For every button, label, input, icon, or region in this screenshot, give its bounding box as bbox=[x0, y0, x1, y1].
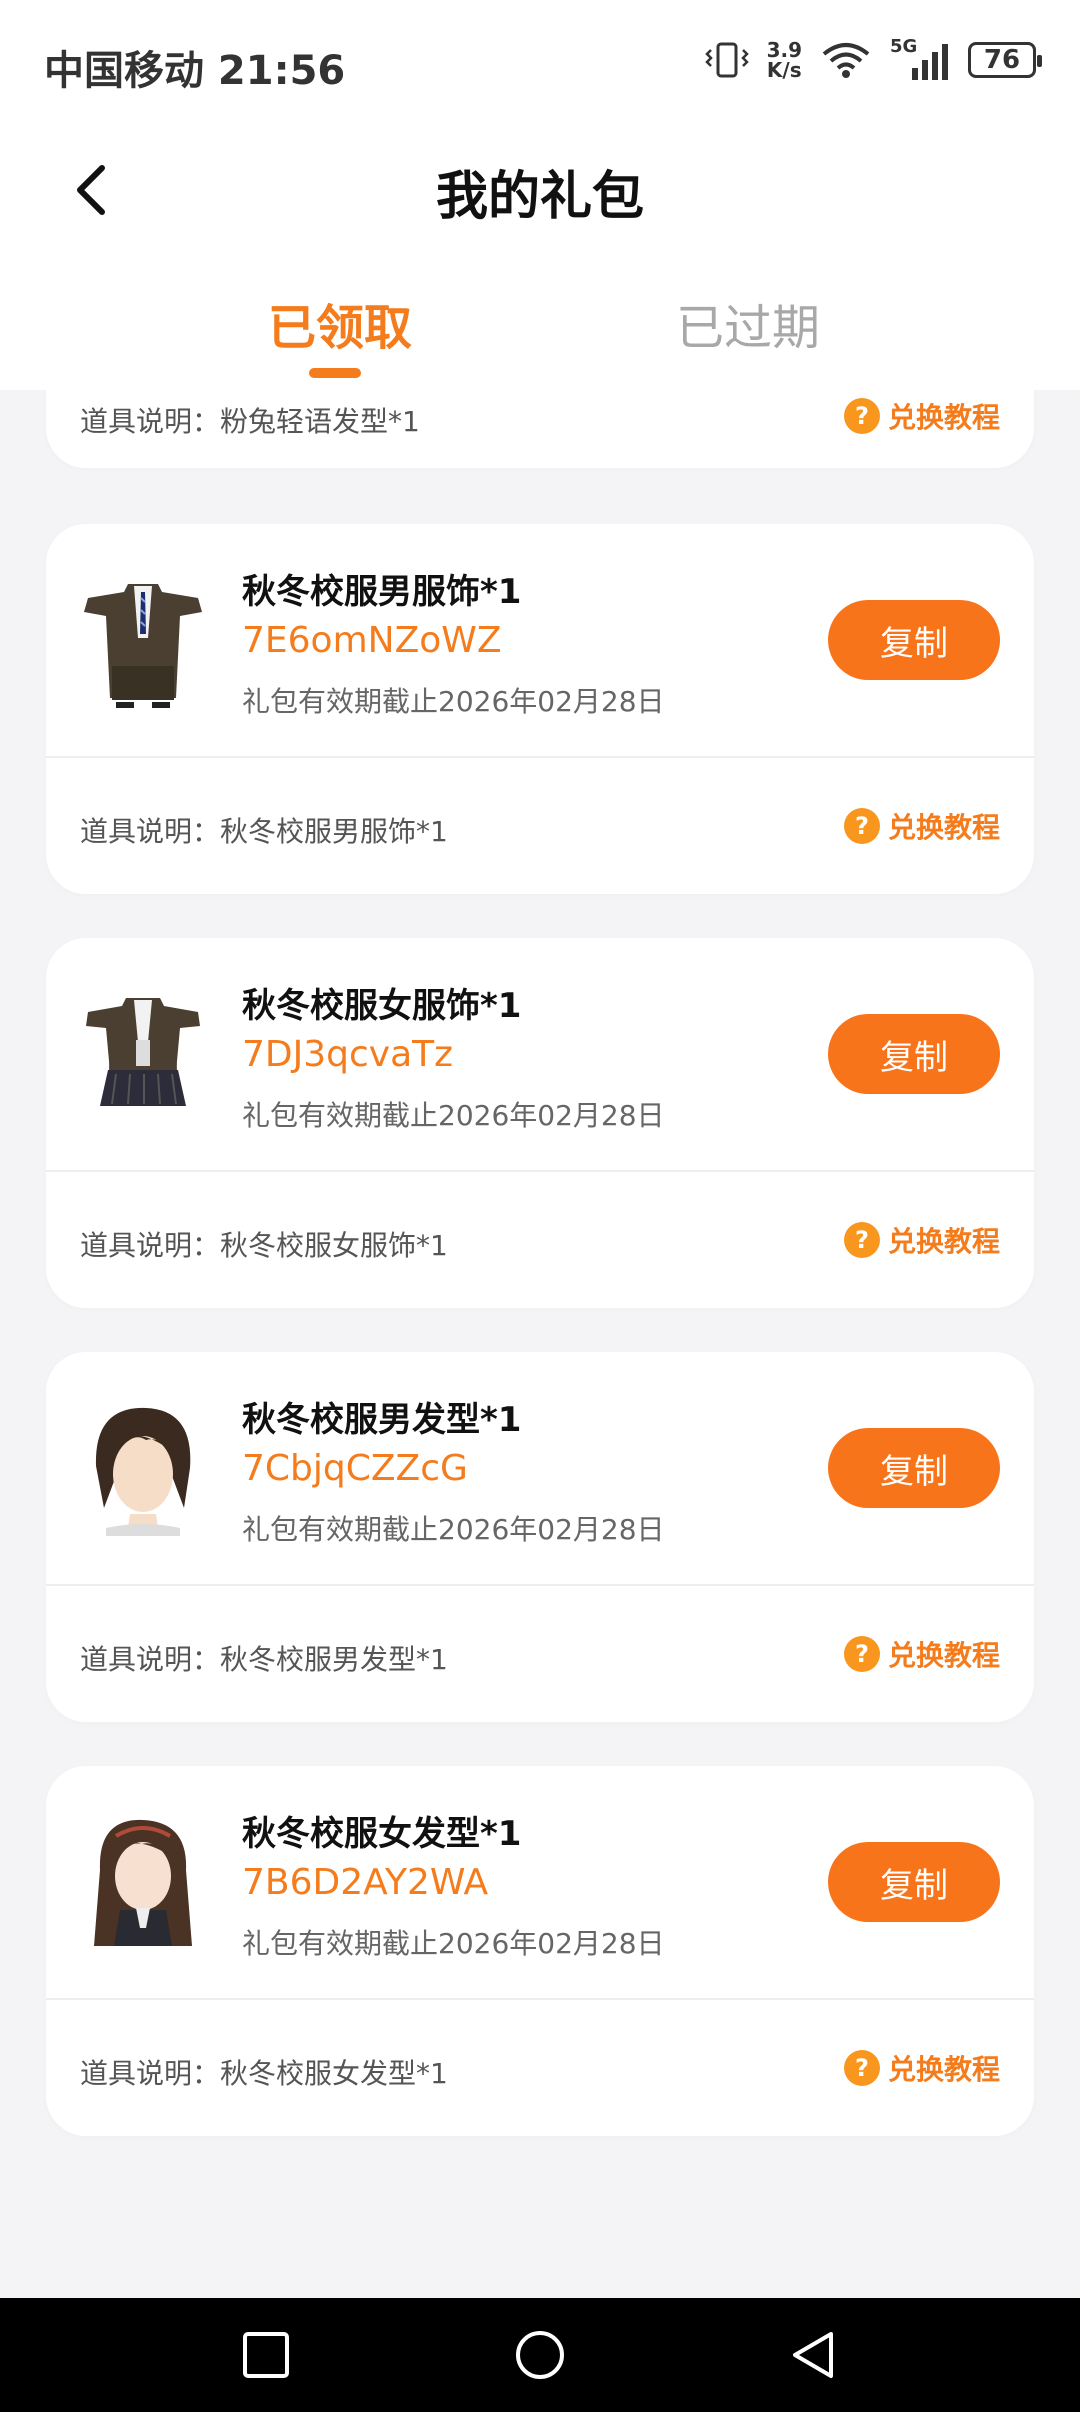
help-icon: ? bbox=[843, 1636, 880, 1672]
status-icons: 3.9 K/s 5G 76 bbox=[704, 36, 1042, 80]
expiry-date: 礼包有效期截止2026年02月28日 bbox=[242, 685, 665, 718]
item-description: 道具说明：秋冬校服女服饰*1 bbox=[80, 1229, 448, 1262]
item-description: 道具说明：秋冬校服女发型*1 bbox=[80, 2057, 448, 2090]
vibrate-icon bbox=[704, 42, 749, 78]
guide-label: 兑换教程 bbox=[887, 1639, 1000, 1672]
gift-code[interactable]: 7CbjqCZZcG bbox=[242, 1448, 468, 1489]
help-icon: ? bbox=[843, 2050, 880, 2086]
gift-card-partial: 道具说明：粉兔轻语发型*1 ? 兑换教程 bbox=[46, 390, 1034, 468]
gift-list[interactable]: 道具说明：粉兔轻语发型*1 ? 兑换教程 秋冬校服男服饰*1 7E6omNZoW… bbox=[0, 390, 1080, 2298]
carrier-time: 中国移动 21:56 bbox=[44, 48, 346, 94]
copy-button[interactable]: 复制 bbox=[828, 1014, 1000, 1094]
page-header: 我的礼包 已领取 已过期 bbox=[0, 130, 1080, 390]
redeem-guide-link[interactable]: ? 兑换教程 bbox=[843, 1634, 1000, 1674]
expiry-date: 礼包有效期截止2026年02月28日 bbox=[242, 1513, 665, 1546]
guide-label: 兑换教程 bbox=[887, 1225, 1000, 1258]
guide-label: 兑换教程 bbox=[887, 401, 1000, 434]
guide-label: 兑换教程 bbox=[887, 2053, 1000, 2086]
copy-button[interactable]: 复制 bbox=[828, 1842, 1000, 1922]
status-bar: 中国移动 21:56 3.9 K/s 5G 76 bbox=[0, 0, 1080, 130]
guide-label: 兑换教程 bbox=[887, 811, 1000, 844]
copy-button[interactable]: 复制 bbox=[828, 1428, 1000, 1508]
net-speed-value: 3.9 bbox=[766, 38, 802, 62]
gift-card: 秋冬校服女服饰*1 7DJ3qcvaTz 礼包有效期截止2026年02月28日 … bbox=[46, 938, 1034, 1308]
tab-expired[interactable]: 已过期 bbox=[676, 288, 820, 358]
battery-level: 76 bbox=[983, 45, 1021, 75]
net-speed-unit: K/s bbox=[766, 58, 802, 82]
redeem-guide-link[interactable]: ? 兑换教程 bbox=[843, 806, 1000, 846]
male-hairstyle-image bbox=[95, 1407, 191, 1536]
gift-card: 秋冬校服女发型*1 7B6D2AY2WA 礼包有效期截止2026年02月28日 … bbox=[46, 1766, 1034, 2136]
signal-icon: 5G bbox=[890, 36, 950, 80]
system-nav-bar bbox=[0, 2298, 1080, 2412]
expiry-date: 礼包有效期截止2026年02月28日 bbox=[242, 1099, 665, 1132]
female-hairstyle-image bbox=[94, 1819, 192, 1946]
wifi-icon bbox=[822, 43, 870, 78]
expiry-date: 礼包有效期截止2026年02月28日 bbox=[242, 1927, 665, 1960]
back-nav-icon[interactable] bbox=[787, 2328, 841, 2382]
active-tab-indicator bbox=[309, 368, 361, 378]
item-description: 道具说明：粉兔轻语发型*1 bbox=[80, 405, 420, 438]
male-uniform-image bbox=[84, 584, 202, 708]
item-description: 道具说明：秋冬校服男发型*1 bbox=[80, 1643, 448, 1676]
gift-card: 秋冬校服男服饰*1 7E6omNZoWZ 礼包有效期截止2026年02月28日 … bbox=[46, 524, 1034, 894]
gift-card: 秋冬校服男发型*1 7CbjqCZZcG 礼包有效期截止2026年02月28日 … bbox=[46, 1352, 1034, 1722]
redeem-guide-link[interactable]: ? 兑换教程 bbox=[843, 1220, 1000, 1260]
female-uniform-image bbox=[86, 998, 200, 1106]
gift-code[interactable]: 7B6D2AY2WA bbox=[242, 1862, 488, 1903]
item-description: 道具说明：秋冬校服男服饰*1 bbox=[80, 815, 448, 848]
item-name: 秋冬校服女服饰*1 bbox=[242, 986, 522, 1026]
help-icon: ? bbox=[843, 398, 880, 434]
help-icon: ? bbox=[843, 808, 880, 844]
gift-code[interactable]: 7E6omNZoWZ bbox=[242, 620, 502, 661]
redeem-guide-link[interactable]: ? 兑换教程 bbox=[843, 2048, 1000, 2088]
page-title: 我的礼包 bbox=[435, 167, 644, 227]
tab-claimed[interactable]: 已领取 bbox=[268, 288, 412, 358]
copy-button[interactable]: 复制 bbox=[828, 600, 1000, 680]
recent-apps-icon[interactable] bbox=[239, 2328, 293, 2382]
gift-code[interactable]: 7DJ3qcvaTz bbox=[242, 1034, 453, 1075]
item-name: 秋冬校服女发型*1 bbox=[242, 1814, 522, 1854]
net-speed: 3.9 K/s bbox=[767, 40, 802, 80]
redeem-guide-link[interactable]: ? 兑换教程 bbox=[843, 396, 1000, 436]
battery-icon: 76 bbox=[968, 42, 1042, 78]
item-name: 秋冬校服男服饰*1 bbox=[242, 572, 522, 612]
home-icon[interactable] bbox=[513, 2328, 567, 2382]
item-name: 秋冬校服男发型*1 bbox=[242, 1400, 522, 1440]
help-icon: ? bbox=[843, 1222, 880, 1258]
